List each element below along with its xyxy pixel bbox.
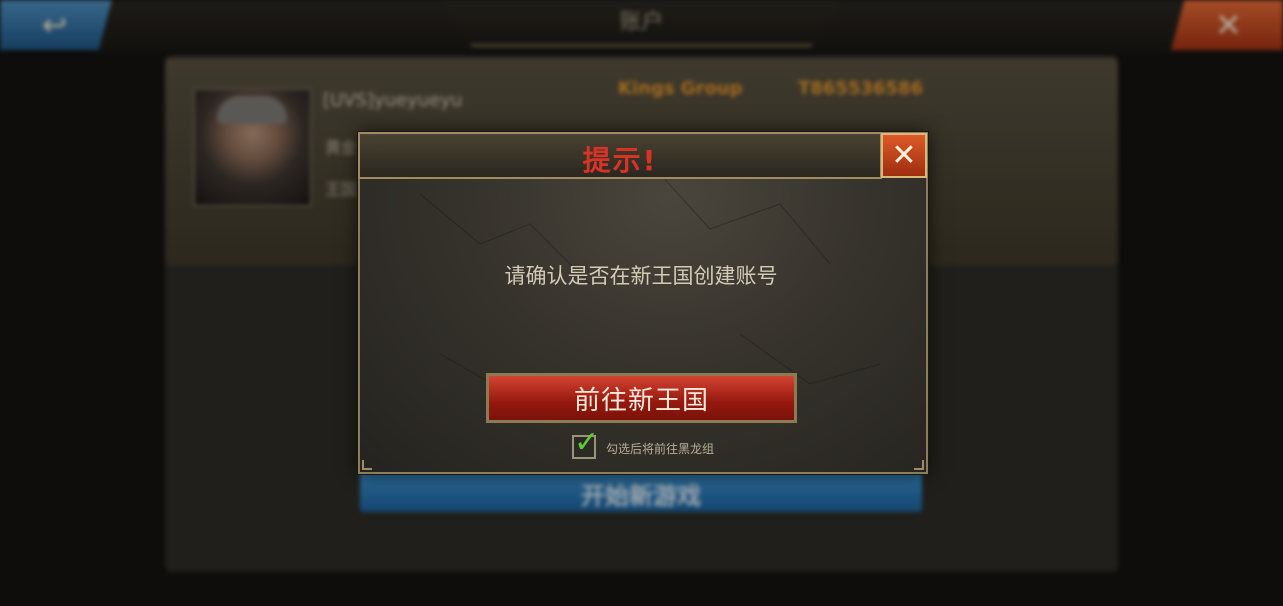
dialog-header: 提示! [358,132,882,179]
corner-ornament [362,460,372,470]
go-new-kingdom-button-label: 前往新王国 [573,385,709,416]
close-icon: ✕ [891,138,917,173]
black-dragon-checkbox[interactable] [572,435,596,459]
checkbox-label: 勾选后将前往黑龙组 [606,442,715,456]
dialog-close-button[interactable]: ✕ [881,133,927,178]
corner-ornament [914,460,924,470]
dialog-title: 提示! [582,144,658,177]
dialog-message: 请确认是否在新王国创建账号 [504,264,778,288]
go-new-kingdom-button[interactable]: 前往新王国 [486,373,797,423]
